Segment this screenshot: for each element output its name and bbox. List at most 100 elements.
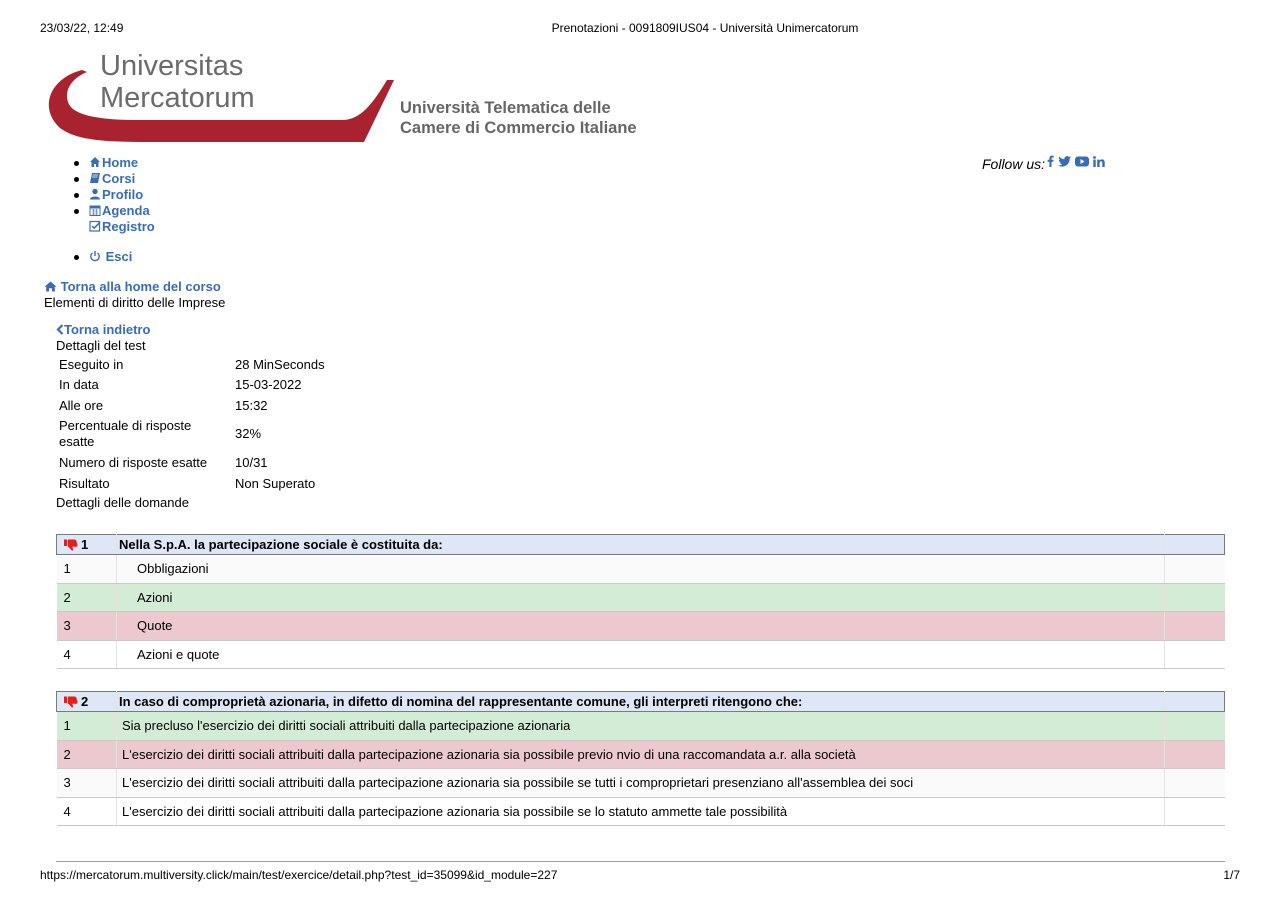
answer-number: 1 (56, 554, 117, 584)
answer-row-correct: 2 Azioni (56, 583, 1225, 612)
logo-line2: Mercatorum (100, 82, 255, 114)
answer-text: Azioni e quote (116, 640, 1165, 669)
question-text: Nella S.p.A. la partecipazione sociale è… (116, 534, 1165, 555)
answer-number: 2 (56, 583, 117, 612)
answer-text: L'esercizio dei diritti sociali attribui… (116, 740, 1165, 769)
answer-number: 4 (56, 797, 117, 826)
detail-value: Non Superato (235, 476, 316, 491)
chevron-left-icon (56, 324, 64, 335)
back-link-label: Torna indietro (64, 322, 151, 337)
answer-row-wrong: 2 L'esercizio dei diritti sociali attrib… (56, 740, 1225, 769)
answer-text: Quote (116, 611, 1165, 641)
print-header: 23/03/22, 12:49 Prenotazioni - 0091809IU… (0, 21, 1280, 37)
list-bullet (74, 255, 79, 260)
nav-registro[interactable]: Registro (74, 219, 155, 235)
nav-home[interactable]: Home (74, 155, 155, 171)
detail-label: Numero di risposte esatte (59, 455, 208, 470)
university-logo[interactable]: Universitas Mercatorum Università Telema… (42, 50, 652, 146)
answer-number: 4 (56, 640, 117, 669)
list-bullet (74, 193, 79, 198)
page-number: 1/7 (1223, 868, 1240, 882)
main-nav: Home Corsi Profilo Agenda Registro Esci (74, 155, 155, 265)
detail-label: In data (59, 377, 99, 392)
logo-subtitle: Università Telematica delle Camere di Co… (400, 98, 637, 138)
detail-label: Eseguito in (59, 357, 124, 372)
answer-row: 4 Azioni e quote (56, 640, 1225, 669)
question-header: 1 Nella S.p.A. la partecipazione sociale… (56, 534, 1225, 555)
back-to-course-link[interactable]: Torna alla home del corso (44, 279, 221, 294)
detail-label: Alle ore (59, 398, 104, 413)
logo-sub-line2: Camere di Commercio Italiane (400, 119, 637, 137)
answer-row: 1 Obbligazioni (56, 554, 1225, 584)
logo-sub-line1: Università Telematica delle (400, 99, 611, 117)
questions-title: Dettagli delle domande (56, 495, 189, 510)
answer-number: 3 (56, 611, 117, 641)
follow-us-label: Follow us: (982, 156, 1046, 172)
nav-esci-label: Esci (105, 249, 133, 264)
question-number: 2 (81, 694, 89, 709)
answer-number: 2 (56, 740, 117, 769)
nav-profilo-label: Profilo (102, 187, 144, 202)
print-page-title: Prenotazioni - 0091809IUS04 - Università… (551, 21, 859, 35)
answer-row-correct: 1 Sia precluso l'esercizio dei diritti s… (56, 711, 1225, 741)
list-bullet (74, 209, 79, 214)
question-number-cell: 1 (56, 534, 117, 555)
nav-home-label: Home (102, 155, 139, 170)
nav-profilo[interactable]: Profilo (74, 187, 155, 203)
facebook-icon[interactable] (1047, 155, 1054, 168)
user-icon (90, 188, 100, 200)
detail-value: 15:32 (235, 398, 268, 413)
nav-agenda[interactable]: Agenda (74, 203, 155, 219)
detail-value: 28 MinSeconds (235, 357, 325, 372)
answer-text: L'esercizio dei diritti sociali attribui… (116, 797, 1165, 826)
question-extra-cell (1164, 534, 1225, 555)
question-number-cell: 2 (56, 691, 117, 712)
question-number: 1 (81, 537, 89, 552)
print-url: https://mercatorum.multiversity.click/ma… (40, 868, 558, 882)
logo-name: Universitas Mercatorum (100, 50, 255, 114)
twitter-icon[interactable] (1057, 155, 1071, 167)
youtube-icon[interactable] (1074, 156, 1089, 167)
answer-text: Obbligazioni (116, 554, 1165, 584)
detail-value: 10/31 (235, 455, 268, 470)
test-details-title: Dettagli del test (56, 338, 146, 353)
answer-row-wrong: 3 Quote (56, 611, 1225, 641)
nav-corsi-label: Corsi (102, 171, 136, 186)
nav-agenda-label: Agenda (102, 203, 150, 218)
follow-us: Follow us: (982, 152, 1105, 172)
answer-row: 3 L'esercizio dei diritti sociali attrib… (56, 768, 1225, 798)
home-icon (44, 281, 57, 292)
thumbs-down-icon (64, 696, 78, 708)
back-to-course-label: Torna alla home del corso (60, 279, 221, 294)
answer-number: 3 (56, 768, 117, 798)
detail-value: 32% (235, 426, 262, 441)
question-header: 2 In caso di comproprietà azionaria, in … (56, 691, 1225, 712)
calendar-icon (89, 205, 101, 216)
footer-divider (56, 861, 1225, 862)
nav-corsi[interactable]: Corsi (74, 171, 155, 187)
check-square-icon (89, 220, 101, 232)
home-icon (90, 157, 100, 167)
list-bullet (74, 177, 79, 182)
question-table: 2 In caso di comproprietà azionaria, in … (56, 691, 1225, 826)
detail-label: Percentuale di risposte esatte (59, 418, 192, 449)
detail-label: Risultato (59, 476, 110, 491)
course-name: Elementi di diritto delle Imprese (44, 295, 226, 310)
nav-registro-label: Registro (102, 219, 155, 234)
detail-value: 15-03-2022 (235, 377, 302, 392)
nav-esci[interactable]: Esci (74, 249, 155, 265)
back-link[interactable]: Torna indietro (56, 322, 150, 337)
linkedin-icon[interactable] (1092, 155, 1105, 167)
power-icon (90, 251, 100, 262)
question-extra-cell (1164, 691, 1225, 712)
thumbs-down-icon (64, 539, 78, 551)
answer-text: Azioni (116, 583, 1165, 612)
answer-text: L'esercizio dei diritti sociali attribui… (116, 768, 1165, 798)
answer-number: 1 (56, 711, 117, 741)
book-icon (90, 173, 100, 183)
answer-row: 4 L'esercizio dei diritti sociali attrib… (56, 797, 1225, 826)
list-bullet (74, 161, 79, 166)
logo-line1: Universitas (100, 50, 244, 82)
question-text: In caso di comproprietà azionaria, in di… (116, 691, 1165, 712)
answer-text: Sia precluso l'esercizio dei diritti soc… (116, 711, 1165, 741)
